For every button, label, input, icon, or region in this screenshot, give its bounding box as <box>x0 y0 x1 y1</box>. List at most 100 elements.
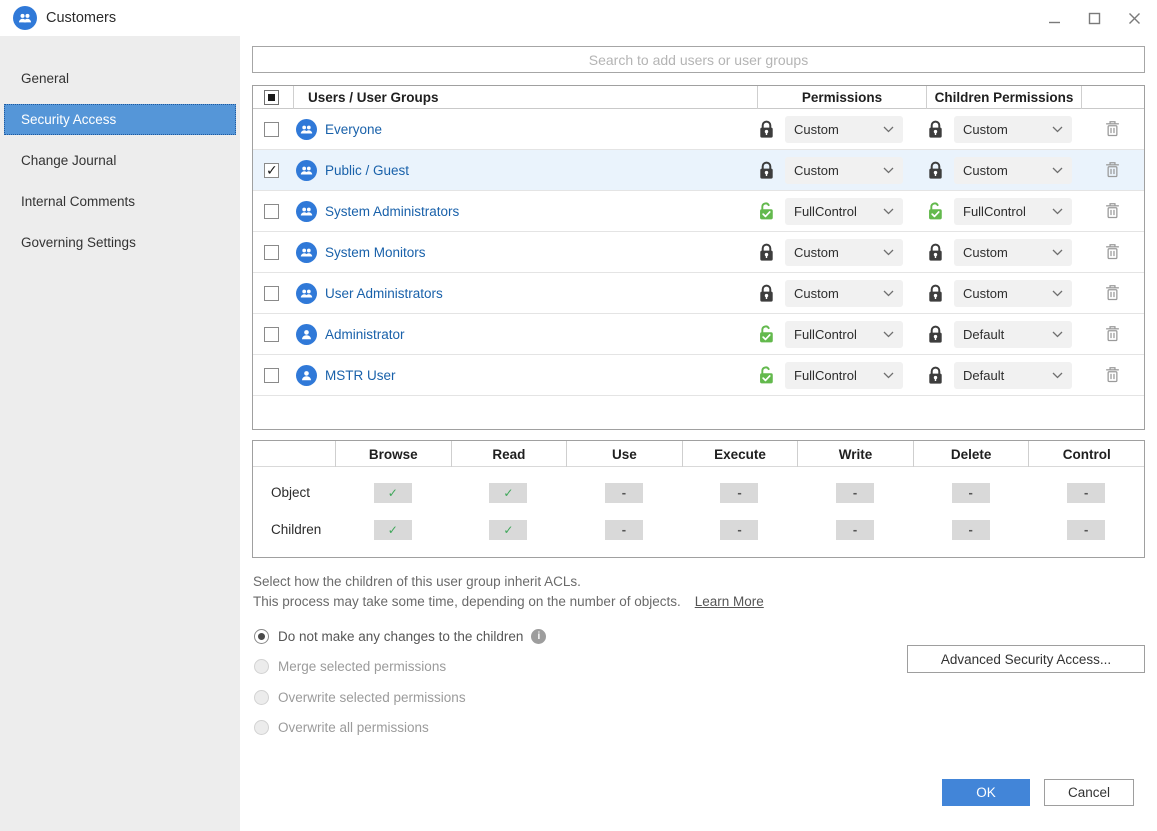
advanced-security-access-button[interactable]: Advanced Security Access... <box>907 645 1145 673</box>
row-checkbox[interactable] <box>264 327 279 342</box>
permission-toggle[interactable] <box>489 483 527 503</box>
title-bar: Customers <box>0 0 1157 36</box>
chevron-down-icon <box>1052 208 1063 215</box>
unlock-check-icon <box>926 201 945 221</box>
chevron-down-icon <box>1052 290 1063 297</box>
ok-button[interactable]: OK <box>942 779 1030 806</box>
avatar-icon <box>296 119 317 140</box>
row-checkbox[interactable] <box>264 368 279 383</box>
table-row: Public / Guest Custom <box>253 150 1144 191</box>
grid-col-use: Use <box>566 441 682 467</box>
sidebar-item-security-access[interactable]: Security Access <box>4 104 236 135</box>
permission-select[interactable]: Custom <box>785 239 903 266</box>
user-name: User Administrators <box>325 286 443 301</box>
cancel-button[interactable]: Cancel <box>1044 779 1134 806</box>
table-row: System Administrators FullControl <box>253 191 1144 232</box>
permission-toggle[interactable] <box>489 520 527 540</box>
permissions-grid: Browse Read Use Execute Write Delete Con… <box>252 440 1145 558</box>
permission-toggle[interactable] <box>836 483 874 503</box>
sidebar-item-internal-comments[interactable]: Internal Comments <box>4 186 236 217</box>
table-row: MSTR User FullControl <box>253 355 1144 396</box>
radio-button <box>254 659 269 674</box>
sidebar-item-change-journal[interactable]: Change Journal <box>4 145 236 176</box>
children-permission-select[interactable]: Custom <box>954 239 1072 266</box>
user-name: Administrator <box>325 327 405 342</box>
trash-icon[interactable] <box>1105 202 1121 220</box>
row-checkbox[interactable] <box>264 245 279 260</box>
search-input[interactable] <box>252 46 1145 73</box>
info-icon[interactable]: i <box>531 629 546 644</box>
maximize-icon[interactable] <box>1081 5 1107 31</box>
table-row: User Administrators Custom <box>253 273 1144 314</box>
permission-select[interactable]: FullControl <box>785 321 903 348</box>
row-checkbox[interactable] <box>264 286 279 301</box>
permission-select[interactable]: Custom <box>785 157 903 184</box>
permission-toggle[interactable] <box>720 520 758 540</box>
grid-col-read: Read <box>451 441 567 467</box>
radio-button <box>254 690 269 705</box>
avatar-icon <box>296 365 317 386</box>
option-overwrite-selected: Overwrite selected permissions <box>254 686 546 708</box>
permission-select[interactable]: Custom <box>785 116 903 143</box>
close-icon[interactable] <box>1121 5 1147 31</box>
trash-icon[interactable] <box>1105 366 1121 384</box>
grid-corner <box>253 441 335 467</box>
permission-toggle[interactable] <box>720 483 758 503</box>
permission-toggle[interactable] <box>605 520 643 540</box>
unlock-check-icon <box>757 365 776 385</box>
permission-toggle[interactable] <box>836 520 874 540</box>
row-checkbox[interactable] <box>264 163 279 178</box>
chevron-down-icon <box>1052 249 1063 256</box>
children-permission-select[interactable]: Default <box>954 321 1072 348</box>
option-no-changes: Do not make any changes to the children … <box>254 625 546 647</box>
children-permission-select[interactable]: Custom <box>954 157 1072 184</box>
permission-select[interactable]: FullControl <box>785 198 903 225</box>
avatar-icon <box>296 201 317 222</box>
radio-button[interactable] <box>254 629 269 644</box>
row-checkbox[interactable] <box>264 204 279 219</box>
children-permission-select[interactable]: Custom <box>954 280 1072 307</box>
permission-select[interactable]: Custom <box>785 280 903 307</box>
table-row: Administrator FullControl <box>253 314 1144 355</box>
user-name: Public / Guest <box>325 163 409 178</box>
permission-toggle[interactable] <box>374 520 412 540</box>
select-all-checkbox[interactable] <box>264 90 279 105</box>
learn-more-link[interactable]: Learn More <box>695 594 764 609</box>
grid-row-label: Children <box>253 522 335 537</box>
permission-toggle[interactable] <box>605 483 643 503</box>
avatar-icon <box>296 160 317 181</box>
lock-icon <box>757 119 776 139</box>
trash-icon[interactable] <box>1105 120 1121 138</box>
children-permission-select[interactable]: Custom <box>954 116 1072 143</box>
grid-col-execute: Execute <box>682 441 798 467</box>
window-title: Customers <box>46 10 116 26</box>
permission-toggle[interactable] <box>952 483 990 503</box>
minimize-icon[interactable] <box>1041 5 1067 31</box>
option-overwrite-all: Overwrite all permissions <box>254 717 546 739</box>
permission-toggle[interactable] <box>952 520 990 540</box>
permission-toggle[interactable] <box>1067 483 1105 503</box>
grid-col-browse: Browse <box>335 441 451 467</box>
trash-icon[interactable] <box>1105 161 1121 179</box>
avatar-icon <box>296 283 317 304</box>
description-line-1: Select how the children of this user gro… <box>253 572 764 592</box>
lock-icon <box>757 160 776 180</box>
row-checkbox[interactable] <box>264 122 279 137</box>
unlock-check-icon <box>757 201 776 221</box>
sidebar-item-governing-settings[interactable]: Governing Settings <box>4 227 236 258</box>
trash-icon[interactable] <box>1105 284 1121 302</box>
grid-col-write: Write <box>797 441 913 467</box>
permission-toggle[interactable] <box>374 483 412 503</box>
trash-icon[interactable] <box>1105 243 1121 261</box>
trash-icon[interactable] <box>1105 325 1121 343</box>
permission-toggle[interactable] <box>1067 520 1105 540</box>
lock-icon <box>757 242 776 262</box>
chevron-down-icon <box>883 331 894 338</box>
children-permission-select[interactable]: FullControl <box>954 198 1072 225</box>
chevron-down-icon <box>883 372 894 379</box>
permission-select[interactable]: FullControl <box>785 362 903 389</box>
lock-icon <box>926 160 945 180</box>
children-permission-select[interactable]: Default <box>954 362 1072 389</box>
description-line-2: This process may take some time, dependi… <box>253 592 764 612</box>
sidebar-item-general[interactable]: General <box>4 63 236 94</box>
